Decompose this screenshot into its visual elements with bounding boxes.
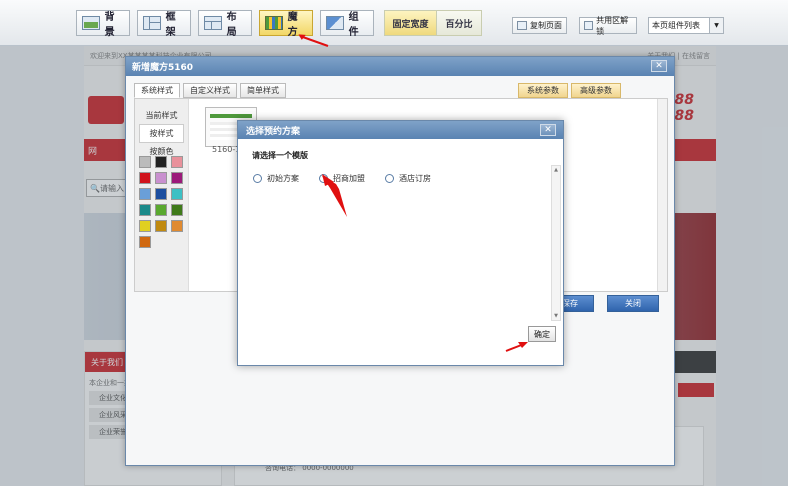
sub-dialog-scrollbar[interactable]: ▲ ▼ bbox=[551, 165, 561, 321]
editor-toolbar: 背景 框架 布局 魔方 组件 固定宽度 百分比 复制页面 共用区解锁 本页组件列… bbox=[0, 0, 788, 46]
widget-list-label: 本页组件列表 bbox=[652, 21, 700, 30]
color-swatches bbox=[139, 156, 187, 248]
choose-booking-plan-dialog: 选择预约方案 ✕ 请选择一个模版 初始方案 招商加盟 酒店订房 ▲ ▼ 确定 bbox=[237, 120, 564, 366]
percent-width-option[interactable]: 百分比 bbox=[437, 11, 481, 35]
tab-system-style[interactable]: 系统样式 bbox=[134, 83, 180, 98]
tab-custom-style[interactable]: 自定义样式 bbox=[183, 83, 237, 98]
radio-initial-plan[interactable]: 初始方案 bbox=[253, 173, 299, 184]
filter-current-style[interactable]: 当前样式 bbox=[135, 107, 188, 124]
color-swatch[interactable] bbox=[171, 156, 183, 168]
frame-label: 框架 bbox=[165, 12, 176, 38]
layout-icon bbox=[204, 16, 222, 30]
tab-system-params[interactable]: 系统参数 bbox=[518, 83, 568, 98]
lock-icon bbox=[584, 21, 594, 30]
magic-cube-label: 魔方 bbox=[287, 12, 298, 38]
close-button[interactable]: 关闭 bbox=[607, 295, 659, 312]
param-tabs: 系统参数 高级参数 bbox=[518, 83, 621, 98]
color-swatch[interactable] bbox=[139, 156, 151, 168]
frame-icon bbox=[143, 16, 161, 30]
dialog-title: 新增魔方5160 bbox=[132, 63, 194, 73]
color-swatch[interactable] bbox=[171, 188, 183, 200]
radio-button[interactable] bbox=[385, 174, 394, 183]
widget-list-dropdown[interactable]: 本页组件列表 ▼ bbox=[648, 17, 724, 34]
template-prompt: 请选择一个模版 bbox=[252, 151, 308, 160]
color-swatch[interactable] bbox=[139, 236, 151, 248]
color-swatch[interactable] bbox=[171, 172, 183, 184]
layout-button[interactable]: 布局 bbox=[198, 10, 252, 38]
scroll-down-icon[interactable]: ▼ bbox=[552, 312, 560, 320]
radio-franchise[interactable]: 招商加盟 bbox=[319, 173, 365, 184]
radio-button[interactable] bbox=[253, 174, 262, 183]
copy-icon bbox=[517, 21, 527, 30]
color-swatch[interactable] bbox=[139, 220, 151, 232]
copy-page-label: 复制页面 bbox=[530, 21, 562, 30]
color-swatch[interactable] bbox=[155, 188, 167, 200]
fixed-width-option[interactable]: 固定宽度 bbox=[385, 11, 437, 35]
filter-by-style[interactable]: 按样式 bbox=[139, 124, 184, 143]
color-swatch[interactable] bbox=[139, 172, 151, 184]
color-swatch[interactable] bbox=[155, 204, 167, 216]
style-filter-pane: 当前样式 按样式 按颜色 bbox=[135, 99, 189, 291]
radio-label: 招商加盟 bbox=[333, 174, 365, 183]
color-swatch[interactable] bbox=[139, 204, 151, 216]
dialog-title-bar: 新增魔方5160 ✕ bbox=[126, 57, 674, 76]
widget-icon bbox=[326, 16, 344, 30]
share-unlock-label: 共用区解锁 bbox=[596, 15, 629, 36]
tab-advanced-params[interactable]: 高级参数 bbox=[571, 83, 621, 98]
background-icon bbox=[82, 16, 100, 30]
close-icon[interactable]: ✕ bbox=[540, 124, 556, 136]
style-tabs: 系统样式 自定义样式 简单样式 bbox=[134, 83, 286, 98]
color-swatch[interactable] bbox=[155, 220, 167, 232]
chevron-down-icon[interactable]: ▼ bbox=[709, 18, 723, 33]
magic-cube-button[interactable]: 魔方 bbox=[259, 10, 313, 38]
color-swatch[interactable] bbox=[171, 220, 183, 232]
radio-hotel-booking[interactable]: 酒店订房 bbox=[385, 173, 431, 184]
copy-page-button[interactable]: 复制页面 bbox=[512, 17, 567, 34]
share-unlock-button[interactable]: 共用区解锁 bbox=[579, 15, 637, 36]
frame-button[interactable]: 框架 bbox=[137, 10, 191, 38]
widget-label: 组件 bbox=[348, 12, 359, 38]
color-swatch[interactable] bbox=[171, 204, 183, 216]
sub-dialog-title-bar: 选择预约方案 ✕ bbox=[238, 121, 563, 139]
radio-label: 初始方案 bbox=[267, 174, 299, 183]
magic-cube-icon bbox=[265, 16, 283, 30]
close-icon[interactable]: ✕ bbox=[651, 60, 667, 72]
scroll-up-icon[interactable]: ▲ bbox=[552, 166, 560, 174]
tab-simple-style[interactable]: 简单样式 bbox=[240, 83, 286, 98]
color-swatch[interactable] bbox=[155, 172, 167, 184]
sub-dialog-title: 选择预约方案 bbox=[246, 126, 301, 137]
confirm-button[interactable]: 确定 bbox=[528, 326, 556, 342]
radio-label: 酒店订房 bbox=[399, 174, 431, 183]
dialog-scrollbar[interactable] bbox=[657, 99, 667, 291]
template-radio-group: 初始方案 招商加盟 酒店订房 bbox=[253, 173, 431, 184]
radio-button[interactable] bbox=[319, 174, 328, 183]
color-swatch[interactable] bbox=[155, 156, 167, 168]
background-button[interactable]: 背景 bbox=[76, 10, 130, 38]
width-mode-toggle: 固定宽度 百分比 bbox=[384, 10, 482, 36]
widget-button[interactable]: 组件 bbox=[320, 10, 374, 38]
layout-label: 布局 bbox=[226, 12, 237, 38]
color-swatch[interactable] bbox=[139, 188, 151, 200]
background-label: 背景 bbox=[104, 12, 115, 38]
